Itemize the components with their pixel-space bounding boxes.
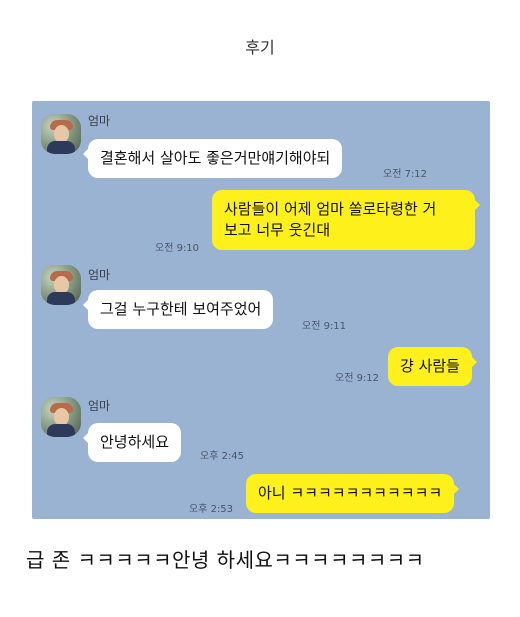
chat-panel[interactable]: 엄마 결혼해서 살아도 좋은거만얘기해야되 오전 7:12 사람들이 어제 엄마… <box>32 101 490 519</box>
page-title: 후기 <box>245 38 275 57</box>
message-time: 오전 7:12 <box>383 169 428 180</box>
avatar[interactable] <box>41 114 81 154</box>
sender-name: 엄마 <box>88 268 111 282</box>
message-time: 오후 2:45 <box>200 451 245 462</box>
message-bubble-outgoing[interactable]: 아니 ㅋㅋㅋㅋㅋㅋㅋㅋㅋㅋㅋ <box>246 474 460 513</box>
message-time: 오후 2:53 <box>189 504 234 515</box>
avatar[interactable] <box>41 397 81 437</box>
message-time: 오전 9:12 <box>335 373 380 384</box>
bottom-caption: 급 존 ㅋㅋㅋㅋㅋ안녕 하세요ㅋㅋㅋㅋㅋㅋㅋㅋ <box>26 548 425 572</box>
message-line: 보고 너무 웃긴대 <box>224 221 331 239</box>
message-bubble-incoming[interactable]: 결혼해서 살아도 좋은거만얘기해야되 <box>82 139 343 178</box>
avatar[interactable] <box>41 265 81 305</box>
sender-name: 엄마 <box>88 399 111 413</box>
sender-name: 엄마 <box>88 114 111 128</box>
message-bubble-incoming[interactable]: 그걸 누구한테 보여주었어 <box>82 290 274 329</box>
message-time: 오전 9:11 <box>302 321 347 332</box>
message-bubble-incoming[interactable]: 안녕하세요 <box>82 423 182 462</box>
message-bubble-outgoing[interactable]: 걍 사람들 <box>388 347 477 386</box>
message-line: 사람들이 어제 엄마 쏠로타령한 거 <box>224 200 437 218</box>
message-time: 오전 9:10 <box>155 243 200 254</box>
message-bubble-outgoing[interactable]: 사람들이 어제 엄마 쏠로타령한 거 보고 너무 웃긴대 <box>212 190 480 250</box>
